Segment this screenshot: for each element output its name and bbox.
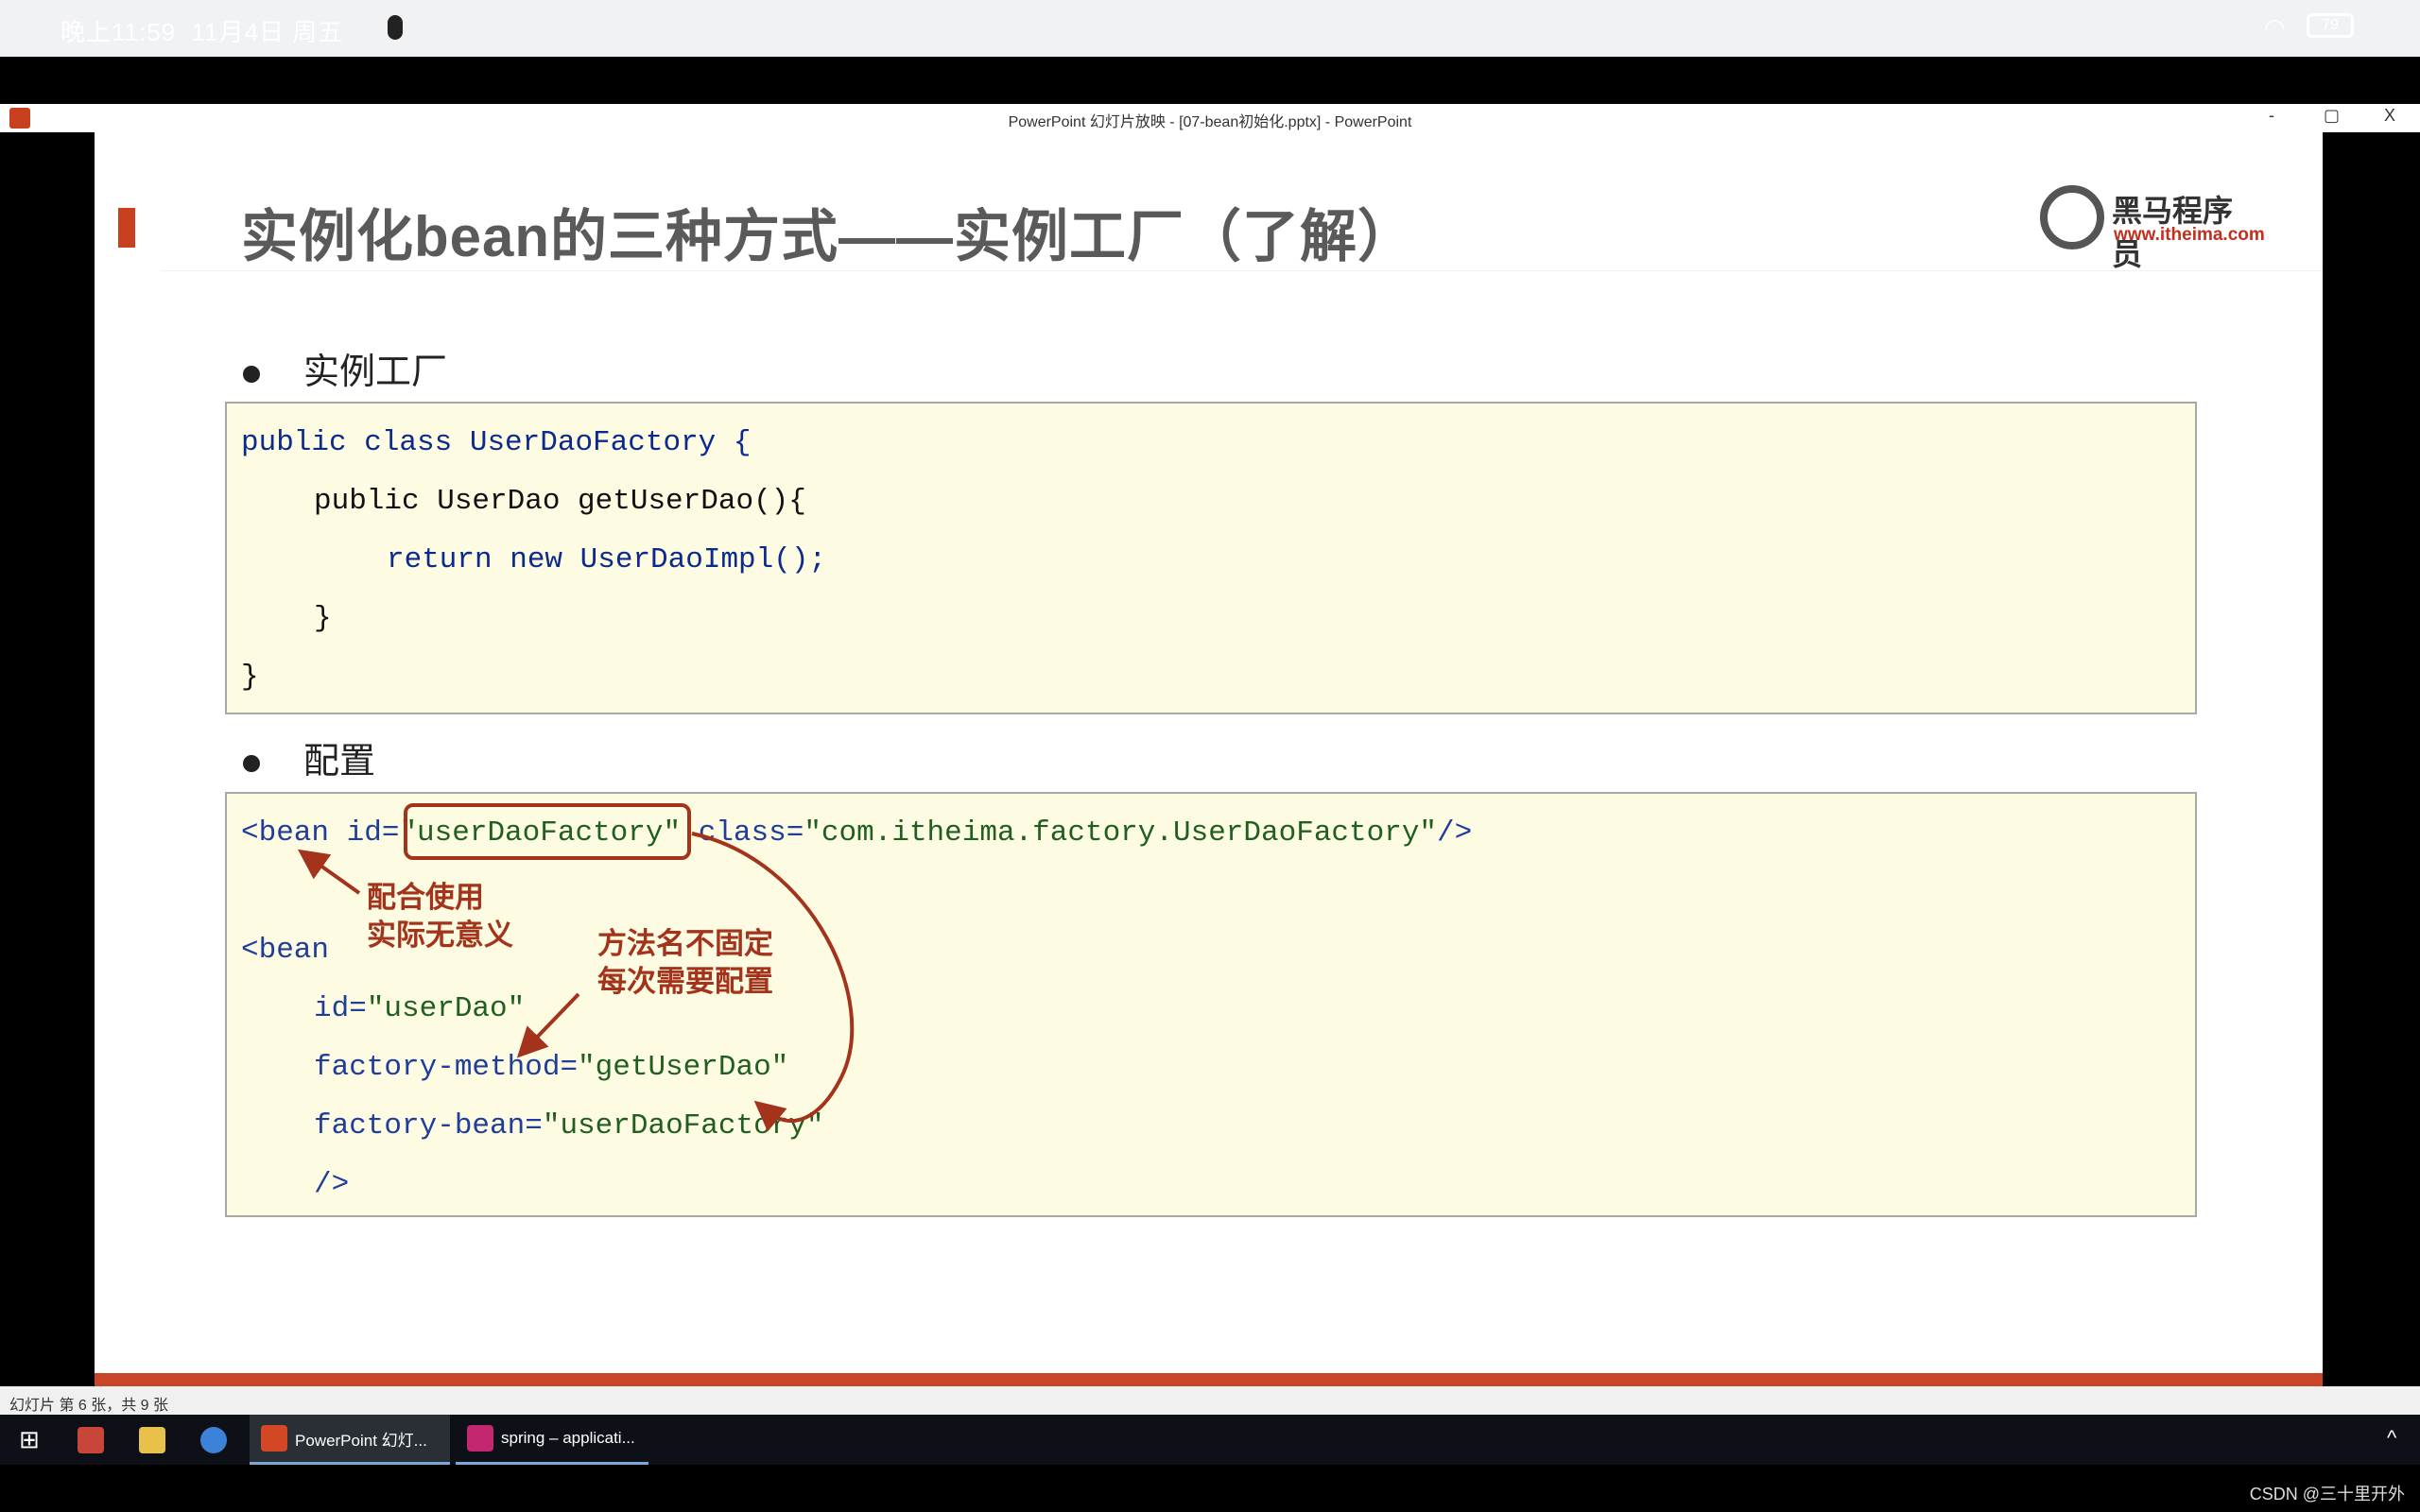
slide-counter: 幻灯片 第 6 张，共 9 张 bbox=[9, 1398, 169, 1414]
highlight-box bbox=[404, 803, 691, 860]
watermark: CSDN @三十里开外 bbox=[2249, 1485, 2405, 1503]
window-title: PowerPoint 幻灯片放映 - [07-bean初始化.pptx] - P… bbox=[1008, 114, 1412, 130]
curved-arrow bbox=[691, 832, 855, 1132]
chrome-icon bbox=[200, 1426, 227, 1453]
wifi-icon: ◠ bbox=[2264, 13, 2286, 42]
taskbar-chrome[interactable] bbox=[189, 1415, 238, 1465]
tray-expand-icon[interactable]: ^ bbox=[2387, 1426, 2396, 1451]
taskbar-app[interactable] bbox=[66, 1415, 115, 1465]
system-status-bar: 晚上11:59 11月4日 周五 79 ◠ bbox=[0, 0, 2420, 57]
windows-icon: ⊞ bbox=[19, 1425, 40, 1453]
arrow bbox=[516, 992, 580, 1058]
restore-button[interactable]: ▢ bbox=[2324, 106, 2340, 126]
powerpoint-status-bar: 幻灯片 第 6 张，共 9 张 bbox=[0, 1386, 2420, 1415]
folder-icon bbox=[139, 1426, 165, 1453]
app-icon bbox=[78, 1426, 104, 1453]
arrow bbox=[297, 849, 361, 895]
powerpoint-icon bbox=[261, 1425, 287, 1452]
taskbar-powerpoint[interactable]: PowerPoint 幻灯... bbox=[250, 1415, 450, 1465]
clock: 晚上11:59 11月4日 周五 bbox=[60, 18, 344, 46]
taskbar-intellij[interactable]: spring – applicati... bbox=[456, 1415, 648, 1465]
annotation-arrows bbox=[297, 803, 855, 1132]
taskbar: ⊞ PowerPoint 幻灯... spring – applicati...… bbox=[0, 1415, 2420, 1465]
start-button[interactable]: ⊞ bbox=[8, 1415, 51, 1465]
taskbar-explorer[interactable] bbox=[128, 1415, 177, 1465]
slide-footer-bar bbox=[95, 1373, 2323, 1386]
intellij-icon bbox=[467, 1425, 493, 1452]
minimize-button[interactable]: - bbox=[2269, 106, 2274, 126]
battery-icon: 79 bbox=[2307, 13, 2354, 38]
window-titlebar: PowerPoint 幻灯片放映 - [07-bean初始化.pptx] - P… bbox=[0, 104, 2420, 132]
qq-icon bbox=[388, 15, 403, 40]
slide: 实例化bean的三种方式——实例工厂（了解） 黑马程序员 www.itheima… bbox=[95, 132, 2323, 1373]
close-button[interactable]: X bbox=[2384, 106, 2395, 126]
